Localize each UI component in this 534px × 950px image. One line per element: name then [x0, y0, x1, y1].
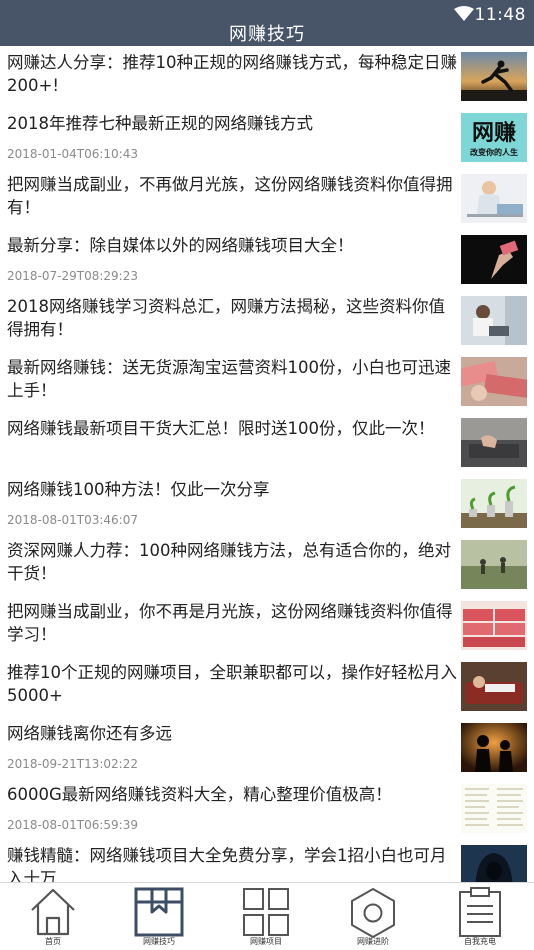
article-item[interactable]: 网赚达人分享：推荐10种正规的网络赚钱方式，每种稳定日赚200+! — [0, 46, 534, 107]
runner-silhouette-image[interactable] — [461, 52, 527, 101]
article-item[interactable]: 资深网赚人力荐：100种网络赚钱方法，总有适合你的，绝对干货！ — [0, 534, 534, 595]
article-item[interactable]: 把网赚当成副业，不再做月光族，这份网络赚钱资料你值得拥有！ — [0, 168, 534, 229]
field-people-image[interactable] — [461, 540, 527, 589]
article-item[interactable]: 6000G最新网络赚钱资料大全，精心整理价值极高！ 2018-08-01T06:… — [0, 778, 534, 839]
article-item[interactable]: 赚钱精髓：网络赚钱项目大全免费分享，学会1招小白也可月入十万 — [0, 839, 534, 882]
wangzhuan-logo-image[interactable]: 网赚 改变你的人生 — [461, 113, 527, 162]
article-item[interactable]: 把网赚当成副业，你不再是月光族，这份网络赚钱资料你值得学习！ — [0, 595, 534, 656]
article-title[interactable]: 网络赚钱最新项目干货大汇总！限时送100份，仅此一次！ — [7, 417, 457, 440]
document-list-image[interactable] — [461, 784, 527, 833]
article-title[interactable]: 最新网络赚钱：送无货源淘宝运营资料100份，小白也可迅速上手！ — [7, 356, 457, 402]
article-title[interactable]: 2018年推荐七种最新正规的网络赚钱方式 — [7, 112, 457, 135]
article-date: 2018-08-01T03:46:07 — [7, 513, 138, 527]
laptop-typing-image[interactable] — [461, 418, 527, 467]
tab-label: 网赚项目 — [250, 937, 282, 946]
thumb-logo-text: 网赚 — [472, 120, 516, 146]
article-list[interactable]: 网赚达人分享：推荐10种正规的网络赚钱方式，每种稳定日赚200+! 2018年推… — [0, 46, 534, 882]
article-date: 2018-07-29T08:29:23 — [7, 269, 138, 283]
article-title[interactable]: 赚钱精髓：网络赚钱项目大全免费分享，学会1招小白也可月入十万 — [7, 844, 457, 882]
article-item[interactable]: 网络赚钱100种方法！仅此一次分享 2018-08-01T03:46:07 — [0, 473, 534, 534]
grid-icon — [243, 888, 289, 936]
article-item[interactable]: 最新网络赚钱：送无货源淘宝运营资料100份，小白也可迅速上手！ — [0, 351, 534, 412]
article-title[interactable]: 6000G最新网络赚钱资料大全，精心整理价值极高！ — [7, 783, 457, 806]
coin-plants-image[interactable] — [461, 479, 527, 528]
tab-self-improve[interactable]: 自我充电 — [427, 883, 533, 950]
man-with-money-image[interactable] — [461, 174, 527, 223]
thumb-logo-subtext: 改变你的人生 — [470, 147, 518, 157]
article-item[interactable]: 网络赚钱离你还有多远 2018-09-21T13:02:22 — [0, 717, 534, 778]
article-title[interactable]: 2018网络赚钱学习资料总汇，网赚方法揭秘，这些资料你值得拥有！ — [7, 295, 457, 341]
article-title[interactable]: 推荐10个正规的网赚项目，全职兼职都可以，操作好轻松月入5000+ — [7, 661, 457, 707]
article-item[interactable]: 网络赚钱最新项目干货大汇总！限时送100份，仅此一次！ — [0, 412, 534, 473]
article-date: 2018-08-01T06:59:39 — [7, 818, 138, 832]
person-on-sofa-image[interactable] — [461, 662, 527, 711]
tab-label: 自我充电 — [464, 937, 496, 946]
tab-advanced[interactable]: 网赚进阶 — [320, 883, 426, 950]
article-item[interactable]: 最新分享：除自媒体以外的网络赚钱项目大全！ 2018-07-29T08:29:2… — [0, 229, 534, 290]
hand-with-cash-image[interactable] — [461, 235, 527, 284]
tab-projects[interactable]: 网赚项目 — [213, 883, 319, 950]
tab-label: 网赚进阶 — [357, 937, 389, 946]
article-item[interactable]: 2018网络赚钱学习资料总汇，网赚方法揭秘，这些资料你值得拥有！ — [0, 290, 534, 351]
hooded-hacker-image[interactable] — [461, 845, 527, 882]
article-item[interactable]: 2018年推荐七种最新正规的网络赚钱方式 2018-01-04T06:10:43… — [0, 107, 534, 168]
article-title[interactable]: 最新分享：除自媒体以外的网络赚钱项目大全！ — [7, 234, 457, 257]
cash-stacks-image[interactable] — [461, 601, 527, 650]
book-icon — [134, 887, 184, 937]
article-title[interactable]: 网络赚钱离你还有多远 — [7, 722, 457, 745]
home-icon — [31, 888, 75, 936]
article-title[interactable]: 把网赚当成副业，不再做月光族，这份网络赚钱资料你值得拥有！ — [7, 173, 457, 219]
article-date: 2018-09-21T13:02:22 — [7, 757, 138, 771]
article-title[interactable]: 资深网赚人力荐：100种网络赚钱方法，总有适合你的，绝对干货！ — [7, 539, 457, 585]
article-title[interactable]: 把网赚当成副业，你不再是月光族，这份网络赚钱资料你值得学习！ — [7, 600, 457, 646]
app-header: 11:48 网赚技巧 — [0, 0, 534, 46]
tab-tips[interactable]: 网赚技巧 — [106, 883, 212, 950]
tab-label: 首页 — [45, 937, 61, 946]
article-title[interactable]: 网赚达人分享：推荐10种正规的网络赚钱方式，每种稳定日赚200+! — [7, 51, 457, 97]
article-date: 2018-01-04T06:10:43 — [7, 147, 138, 161]
banknotes-image[interactable] — [461, 357, 527, 406]
article-title[interactable]: 网络赚钱100种方法！仅此一次分享 — [7, 478, 457, 501]
tab-home[interactable]: 首页 — [0, 883, 106, 950]
couple-silhouette-image[interactable] — [461, 723, 527, 772]
article-item[interactable]: 推荐10个正规的网赚项目，全职兼职都可以，操作好轻松月入5000+ — [0, 656, 534, 717]
woman-laptop-image[interactable] — [461, 296, 527, 345]
page-title: 网赚技巧 — [229, 24, 305, 45]
clipboard-icon — [459, 887, 501, 937]
bottom-tab-bar: 首页 网赚技巧 网赚项目 网赚进阶 自我充电 — [0, 882, 534, 950]
tab-label: 网赚技巧 — [143, 937, 175, 946]
hexagon-icon — [351, 888, 395, 938]
